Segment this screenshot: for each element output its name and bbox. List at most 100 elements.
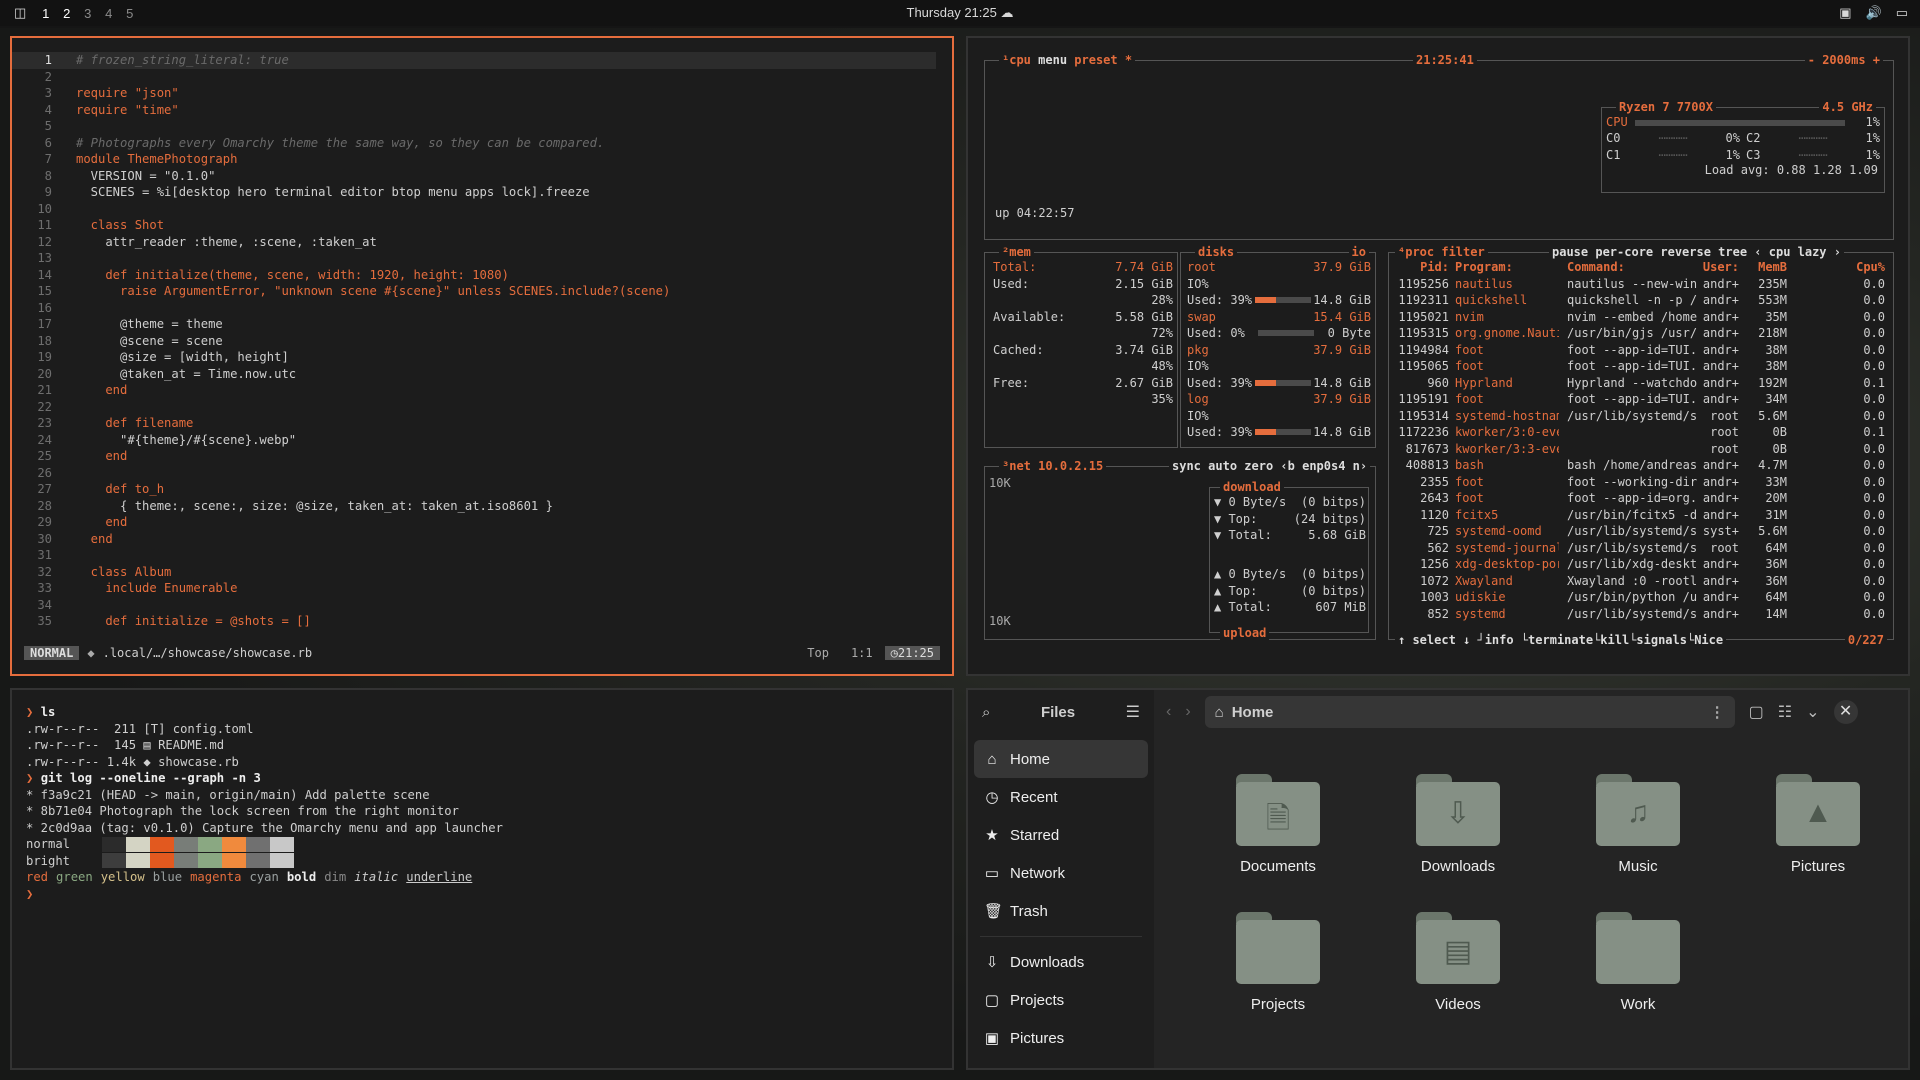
apps-icon[interactable]: ◫ — [14, 5, 26, 21]
process-row[interactable]: 1192311 quickshell quickshell -n -p / andr+… — [1393, 292, 1889, 309]
net-row: ▲ 0 Byte/s (0 bitps) — [1214, 566, 1366, 583]
net-row: ▲ Total: 607 MiB — [1214, 599, 1366, 616]
code-line: 2 — [12, 69, 936, 86]
process-row[interactable]: 817673 kworker/3:3-even root 0B 0.0 — [1393, 441, 1889, 458]
view-list-icon[interactable]: ☷ — [1778, 702, 1792, 722]
process-row[interactable]: 1003 udiskie/usr/bin/python /u andr+ 64M 0.0 — [1393, 589, 1889, 606]
sidebar-item-downloads[interactable]: ⇩ Downloads — [968, 943, 1154, 981]
process-row[interactable]: 1120 fcitx5/usr/bin/fcitx5 -d andr+ 31M 0.0 — [1393, 507, 1889, 524]
forward-icon[interactable]: › — [1185, 703, 1190, 721]
code-line: 33 include Enumerable — [12, 580, 936, 597]
search-icon[interactable]: ⌕ — [982, 704, 990, 721]
process-cell: andr+ — [1702, 606, 1739, 621]
process-cell: foot --app-id=org. — [1567, 491, 1697, 505]
process-row[interactable]: 1195256 nautilus nautilus --new-win andr+ 23… — [1393, 276, 1889, 293]
process-row[interactable]: 852 systemd/usr/lib/systemd/s andr+ 14M 0.0 — [1393, 606, 1889, 623]
folder-label: Music — [1618, 858, 1658, 875]
command-text: git log --oneline --graph -n 3 — [40, 771, 261, 785]
palette-swatch — [246, 853, 270, 869]
terminal-window[interactable]: ❯ ls .rw-r--r-- 211 [T] config.toml .rw-r-… — [10, 688, 954, 1070]
process-row[interactable]: 1194984 foot foot --app-id=TUI. andr+ 38M 0.0 — [1393, 342, 1889, 359]
folder-pictures[interactable]: ▲ Pictures — [1748, 774, 1888, 875]
process-row[interactable]: 2355 foot foot --working-dir andr+ 33M 0.0 — [1393, 474, 1889, 491]
process-table[interactable]: Pid: Program: Command: User: MemB Cpu% 1195256… — [1393, 259, 1889, 622]
code-line: 8 VERSION = "0.1.0" — [12, 168, 936, 185]
net-row: ▲ Top: (0 bitps) — [1214, 583, 1366, 600]
code-buffer[interactable]: 1 # frozen_string_literal: true 2 3 require … — [12, 52, 936, 630]
display-icon[interactable]: ▣ — [1839, 5, 1851, 21]
folder-work[interactable]: Work — [1568, 912, 1708, 1013]
process-row[interactable]: 1195314 systemd-hostnam/usr/lib/systemd/s… — [1393, 408, 1889, 425]
proc-footer[interactable]: ↑ select ↓ ┘info └terminate└kill└signals… — [1395, 631, 1727, 648]
close-icon[interactable]: ✕ — [1833, 700, 1858, 724]
cpu-title[interactable]: ¹cpu menu preset * — [999, 52, 1136, 69]
sidebar-item-home[interactable]: ⌂ Home — [974, 740, 1148, 778]
folder-documents[interactable]: 🗎 Documents — [1208, 774, 1348, 875]
update-rate[interactable]: - 2000ms + — [1804, 52, 1883, 69]
disk-row: root 37.9 GiB — [1187, 259, 1371, 276]
sidebar-item-starred[interactable]: ★ Starred — [968, 816, 1154, 854]
process-row[interactable]: 725 systemd-oomd/usr/lib/systemd/s syst+ 5.… — [1393, 523, 1889, 540]
net-title[interactable]: ³net 10.0.2.15 — [999, 458, 1107, 475]
clock-text[interactable]: Thursday 21:25 — [907, 5, 997, 20]
process-cell: /usr/bin/python /u — [1567, 590, 1697, 604]
location-bar[interactable]: ⌂ Home ⋮ — [1204, 696, 1735, 728]
process-row[interactable]: 1195191 foot foot --app-id=TUI. andr+ 34M 0.0 — [1393, 391, 1889, 408]
folder-label: Projects — [1250, 996, 1306, 1013]
workspace-3[interactable]: 3 — [82, 6, 93, 21]
line-text: @taken_at = Time.now.utc — [76, 366, 297, 381]
workspace-2[interactable]: 2 — [61, 6, 72, 21]
palette-swatch — [270, 853, 294, 869]
process-row[interactable]: 1195065 foot foot --app-id=TUI. andr+ 38M 0.0 — [1393, 358, 1889, 375]
sidebar-item-label: Recent — [1010, 788, 1058, 806]
process-col-header: Pid: — [1420, 260, 1449, 274]
folder-videos[interactable]: ▤ Videos — [1388, 912, 1528, 1013]
files-header: ‹ › ⌂ Home ⋮ ▢ ☷ ⌄ ✕ — [1154, 690, 1908, 734]
process-row[interactable]: 1256 xdg-desktop-por/usr/lib/xdg-deskt and… — [1393, 556, 1889, 573]
process-cell: 64M — [1765, 590, 1787, 604]
process-cell: 0.1 — [1863, 375, 1885, 390]
process-cell: /usr/lib/systemd/s — [1567, 540, 1697, 555]
btop-window[interactable]: ¹cpu menu preset * 21:25:41 - 2000ms + R… — [966, 36, 1910, 676]
folder-music[interactable]: ♫ Music — [1568, 774, 1708, 875]
uptime: up 04:22:57 — [995, 206, 1075, 220]
sidebar-item-pictures[interactable]: ▣ Pictures — [968, 1019, 1154, 1057]
sidebar-item-projects[interactable]: ▢ Projects — [968, 981, 1154, 1019]
sidebar-item-network[interactable]: ▭ Network — [968, 854, 1154, 892]
workspace-5[interactable]: 5 — [124, 6, 135, 21]
line-text: raise ArgumentError, "unknown scene #{sc… — [76, 284, 671, 298]
process-row[interactable]: 562 systemd-journal/usr/lib/systemd/s root… — [1393, 540, 1889, 557]
editor-window[interactable]: 1 # frozen_string_literal: true 2 3 require … — [10, 36, 954, 676]
menu-icon[interactable]: ☰ — [1126, 702, 1140, 722]
process-row[interactable]: 2643 foot foot --app-id=org. andr+ 20M 0.0 — [1393, 490, 1889, 507]
volume-icon[interactable]: 🔊 — [1866, 5, 1882, 21]
mem-label: Free: — [993, 375, 1030, 390]
process-row[interactable]: 1172236 kworker/3:0-even root 0B 0.1 — [1393, 424, 1889, 441]
workspace-1[interactable]: 1 — [40, 6, 51, 21]
back-icon[interactable]: ‹ — [1166, 703, 1171, 721]
sidebar-item-recent[interactable]: ◷ Recent — [968, 778, 1154, 816]
terminal-output[interactable]: ❯ ls .rw-r--r-- 211 [T] config.toml .rw-r-… — [26, 704, 503, 902]
code-line: 3 require "json" — [12, 85, 936, 102]
sidebar-item-trash[interactable]: 🗑 Trash — [968, 892, 1154, 930]
battery-icon[interactable]: ▭ — [1896, 5, 1908, 21]
files-window[interactable]: ⌕ Files ☰ ⌂ Home ◷ Recent ★ Starred ▭ Network 🗑 T… — [966, 688, 1910, 1070]
workspace-4[interactable]: 4 — [103, 6, 114, 21]
process-row[interactable]: 408813 bash bash /home/andreas andr+ 4.7M 0.0 — [1393, 457, 1889, 474]
process-row[interactable]: 960 Hyprland Hyprland --watchdo andr+ 192M 0.… — [1393, 375, 1889, 392]
code-line: 15 raise ArgumentError, "unknown scene #… — [12, 283, 936, 300]
chevron-down-icon[interactable]: ⌄ — [1806, 702, 1819, 722]
line-number: 19 — [37, 350, 52, 364]
new-folder-icon[interactable]: ▢ — [1749, 702, 1764, 722]
process-row[interactable]: 1072 Xwayland Xwayland :0 -rootl andr+ 36M 0.… — [1393, 573, 1889, 590]
process-cell: systemd-journal — [1455, 540, 1559, 555]
process-row[interactable]: 1195021 nvim nvim --embed /home andr+ 35M 0.0 — [1393, 309, 1889, 326]
folder-projects[interactable]: Projects — [1208, 912, 1348, 1013]
process-row[interactable]: 1195315 org.gnome.Nauti/usr/bin/gjs /usr/… — [1393, 325, 1889, 342]
net-options[interactable]: sync auto zero ‹b enp0s4 n› — [1169, 458, 1371, 475]
line-number: 23 — [37, 416, 52, 430]
more-icon[interactable]: ⋮ — [1710, 703, 1725, 721]
mem-value: 3.74 GiB — [1115, 342, 1173, 357]
folder-downloads[interactable]: ⇩ Downloads — [1388, 774, 1528, 875]
code-line: 1 # frozen_string_literal: true — [12, 52, 936, 69]
